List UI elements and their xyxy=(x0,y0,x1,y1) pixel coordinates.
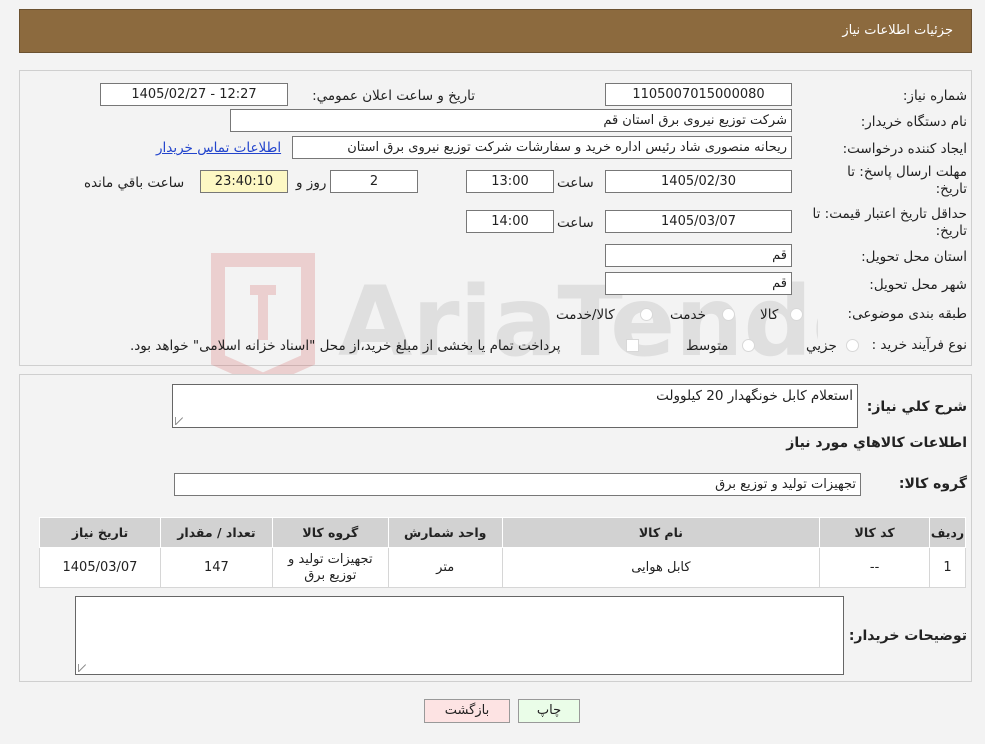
page-title: جزئیات اطلاعات نیاز xyxy=(842,23,953,38)
description-label: شرح کلي نياز: xyxy=(866,399,967,415)
requester-label: ايجاد کننده درخواست: xyxy=(842,141,967,157)
price-validity-time-label: ساعت xyxy=(557,215,594,231)
category-label: طبقه بندی موضوعی: xyxy=(847,306,967,322)
print-button[interactable]: چاپ xyxy=(518,699,580,723)
goods-group-label: گروه کالا: xyxy=(898,476,967,492)
price-validity-label: حداقل تاريخ اعتبار قيمت: تا تاريخ: xyxy=(812,206,967,239)
buyer-notes-label: توضيحات خريدار: xyxy=(848,628,967,644)
category-service-label: خدمت xyxy=(670,307,706,323)
cell-item-code: -- xyxy=(819,547,931,588)
requester-field: ریحانه منصوری شاد رئیس اداره خرید و سفار… xyxy=(292,136,792,159)
goods-info-title: اطلاعات کالاهاي مورد نياز xyxy=(786,435,967,451)
resize-grip-icon[interactable] xyxy=(78,664,86,672)
col-quantity: تعداد / مقدار xyxy=(159,517,273,548)
send-deadline-time-label: ساعت xyxy=(557,175,594,191)
category-goods-service-label: کالا/خدمت xyxy=(556,307,615,323)
process-minor-radio[interactable] xyxy=(846,339,859,352)
buyer-org-label: نام دستگاه خريدار: xyxy=(860,114,967,130)
price-validity-date: 1405/03/07 xyxy=(605,210,792,233)
process-type-label: نوع فرآيند خريد : xyxy=(871,337,967,353)
buyer-org-field: شرکت توزیع نیروی برق استان قم xyxy=(230,109,792,132)
process-medium-label: متوسط xyxy=(686,338,729,354)
cell-item-group: تجهیزات تولید و توزیع برق xyxy=(271,547,389,588)
time-remaining-label: ساعت باقي مانده xyxy=(84,175,185,191)
days-label: روز و xyxy=(296,175,327,191)
table-row: 1 -- کابل هوایی متر تجهیزات تولید و توزی… xyxy=(39,547,966,588)
col-unit: واحد شمارش xyxy=(387,517,503,548)
category-service-radio[interactable] xyxy=(722,308,735,321)
send-deadline-time: 13:00 xyxy=(466,170,554,193)
send-deadline-label: مهلت ارسال پاسخ: تا تاريخ: xyxy=(847,164,967,197)
description-text: استعلام کابل خونگهدار 20 کیلوولت xyxy=(656,388,853,404)
col-row-number: رديف xyxy=(929,517,966,548)
announce-datetime-label: تاریخ و ساعت اعلان عمومي: xyxy=(312,88,475,104)
need-number-field: 1105007015000080 xyxy=(605,83,792,106)
cell-quantity: 147 xyxy=(159,547,273,588)
col-item-name: نام کالا xyxy=(501,517,821,548)
delivery-province-label: استان محل تحويل: xyxy=(861,249,967,265)
treasury-docs-note: پرداخت تمام یا بخشی از مبلغ خرید،از محل … xyxy=(130,338,561,354)
delivery-city-label: شهر محل تحويل: xyxy=(869,277,967,293)
col-need-date: تاريخ نياز xyxy=(39,517,161,548)
items-table-wrapper: رديف کد کالا نام کالا واحد شمارش گروه کا… xyxy=(39,517,966,588)
items-table: رديف کد کالا نام کالا واحد شمارش گروه کا… xyxy=(39,517,966,588)
resize-grip-icon[interactable] xyxy=(175,417,183,425)
buyer-notes-textarea[interactable] xyxy=(75,596,844,675)
description-textarea[interactable]: استعلام کابل خونگهدار 20 کیلوولت xyxy=(172,384,858,428)
page-header: جزئیات اطلاعات نیاز xyxy=(19,9,972,53)
delivery-city-field: قم xyxy=(605,272,792,295)
days-remaining: 2 xyxy=(330,170,418,193)
category-goods-label: کالا xyxy=(760,307,779,323)
category-goods-service-radio[interactable] xyxy=(640,308,653,321)
goods-group-field: تجهیزات تولید و توزیع برق xyxy=(174,473,861,496)
announce-datetime-field: 1405/02/27 - 12:27 xyxy=(100,83,288,106)
send-deadline-date: 1405/02/30 xyxy=(605,170,792,193)
treasury-docs-checkbox[interactable] xyxy=(626,339,639,352)
back-button[interactable]: بازگشت xyxy=(424,699,510,723)
col-item-group: گروه کالا xyxy=(271,517,389,548)
category-goods-radio[interactable] xyxy=(790,308,803,321)
delivery-province-field: قم xyxy=(605,244,792,267)
buyer-contact-link[interactable]: اطلاعات تماس خريدار xyxy=(156,140,281,156)
process-minor-label: جزيي xyxy=(806,338,837,354)
cell-need-date: 1405/03/07 xyxy=(39,547,161,588)
time-remaining: 23:40:10 xyxy=(200,170,288,193)
process-medium-radio[interactable] xyxy=(742,339,755,352)
table-header-row: رديف کد کالا نام کالا واحد شمارش گروه کا… xyxy=(39,517,966,548)
col-item-code: کد کالا xyxy=(819,517,931,548)
cell-item-name: کابل هوایی xyxy=(501,547,821,588)
cell-unit: متر xyxy=(387,547,503,588)
cell-row-number: 1 xyxy=(929,547,966,588)
price-validity-time: 14:00 xyxy=(466,210,554,233)
need-number-label: شماره نیاز: xyxy=(902,88,967,104)
